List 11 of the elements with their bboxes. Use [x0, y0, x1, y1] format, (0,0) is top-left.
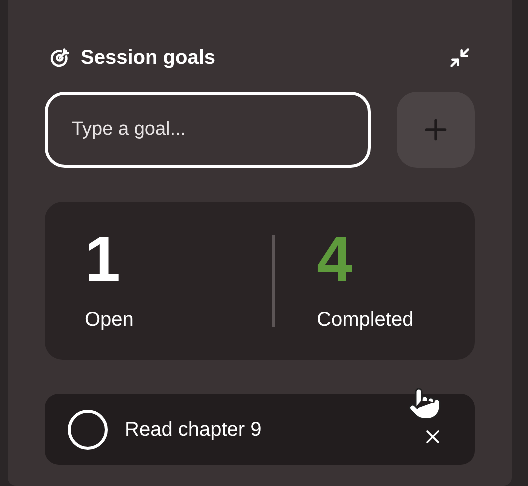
panel-title: Session goals — [81, 46, 216, 71]
stat-value: 4 — [317, 227, 354, 291]
stat-label: Open — [85, 308, 135, 333]
stat-label: Completed — [317, 308, 414, 333]
collapse-arrows-icon — [449, 47, 471, 69]
target-icon — [49, 47, 71, 69]
collapse-button[interactable] — [449, 47, 471, 69]
goal-checkbox[interactable] — [68, 410, 108, 450]
stat-value: 1 — [85, 227, 122, 291]
goal-input-field[interactable]: Type a goal... — [45, 92, 372, 168]
goal-text: Read chapter 9 — [125, 418, 262, 442]
